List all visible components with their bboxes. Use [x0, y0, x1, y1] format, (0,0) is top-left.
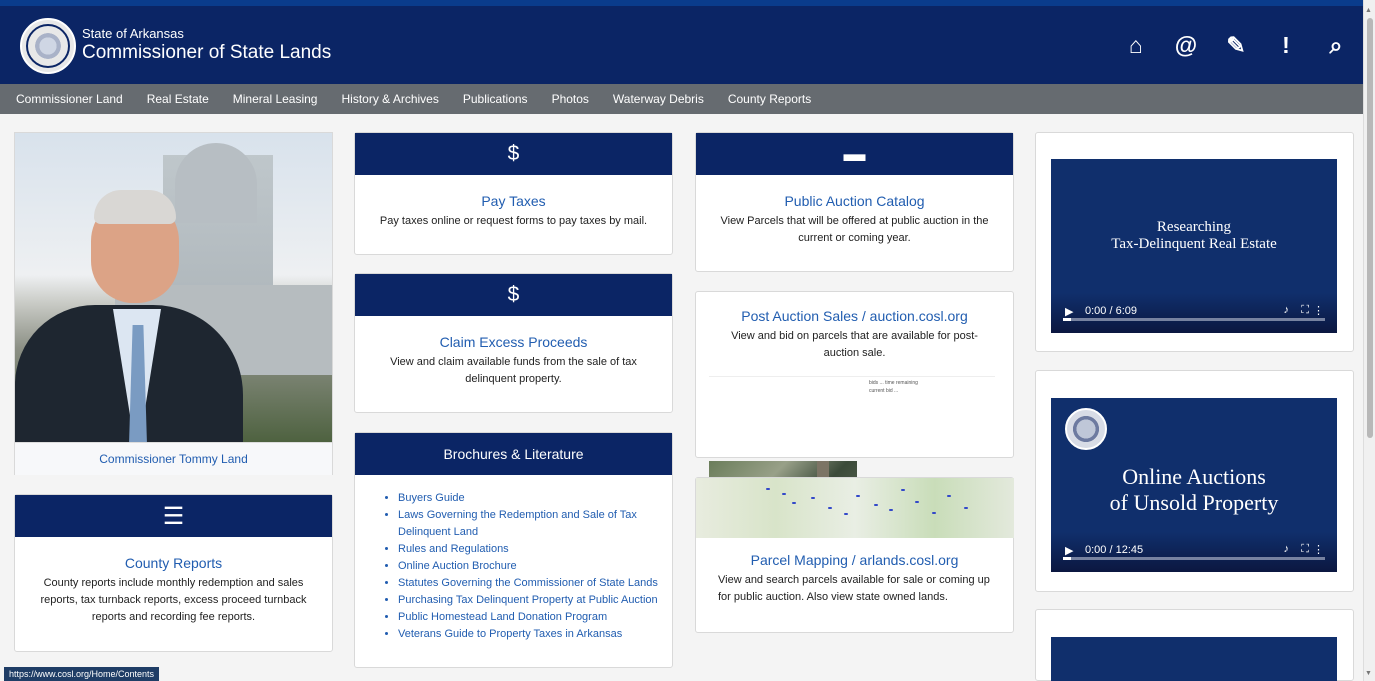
state-name: State of Arkansas [82, 26, 184, 41]
brochure-item[interactable]: Statutes Governing the Commissioner of S… [398, 575, 658, 592]
nav-commissioner-land[interactable]: Commissioner Land [16, 92, 123, 106]
post-auction-card[interactable]: Post Auction Sales / auction.cosl.org Vi… [695, 291, 1014, 531]
status-url-tooltip: https://www.cosl.org/Home/Contents [4, 667, 160, 681]
county-reports-description: County reports include monthly redemptio… [40, 577, 307, 623]
site-header: State of Arkansas Commissioner of State … [0, 0, 1363, 84]
post-auction-description: View and bid on parcels that are availab… [731, 330, 978, 359]
auction-catalog-band: ▬ [696, 133, 1013, 175]
claim-excess-description: View and claim available funds from the … [390, 356, 637, 385]
video-title-line1: Online Auctions [1122, 464, 1266, 489]
video-online-auctions[interactable]: Online Auctions of Unsold Property ▶ 0:0… [1051, 398, 1337, 572]
sign-icon: ▬ [843, 141, 866, 166]
arkansas-seal-logo[interactable] [20, 18, 76, 74]
nav-photos[interactable]: Photos [552, 92, 589, 106]
brochure-item[interactable]: Buyers Guide [398, 490, 658, 507]
seal-icon [1065, 408, 1107, 450]
alert-icon[interactable]: ! [1271, 30, 1301, 60]
video-title-line2: Tax-Delinquent Real Estate [1111, 236, 1277, 252]
brochures-title: Brochures & Literature [443, 446, 584, 462]
brochure-item[interactable]: Rules and Regulations [398, 541, 658, 558]
hand-money-icon: $ [507, 283, 520, 306]
auction-catalog-description: View Parcels that will be offered at pub… [720, 215, 989, 244]
video-researching[interactable]: Researching Tax-Delinquent Real Estate ▶… [1051, 159, 1337, 333]
pay-taxes-title[interactable]: Pay Taxes [355, 193, 672, 209]
parcel-mapping-card[interactable]: Parcel Mapping / arlands.cosl.org View a… [695, 477, 1014, 633]
nav-publications[interactable]: Publications [463, 92, 528, 106]
video-controls: ▶ 0:00 / 12:45 ♪ ⛶ ⋮ [1051, 532, 1337, 572]
main-nav: Commissioner Land Real Estate Mineral Le… [0, 84, 1363, 114]
brochure-item[interactable]: Public Homestead Land Donation Program [398, 609, 658, 626]
play-icon[interactable]: ▶ [1065, 305, 1073, 318]
auction-catalog-card[interactable]: ▬ Public Auction Catalog View Parcels th… [695, 132, 1014, 272]
nav-history-archives[interactable]: History & Archives [341, 92, 438, 106]
parcel-mapping-description: View and search parcels available for sa… [718, 574, 990, 603]
more-options-icon[interactable]: ⋮ [1313, 304, 1324, 317]
auction-catalog-title[interactable]: Public Auction Catalog [696, 193, 1013, 209]
video-time: 0:00 / 6:09 [1085, 305, 1137, 317]
nav-mineral-leasing[interactable]: Mineral Leasing [233, 92, 318, 106]
parcel-map-image[interactable] [696, 478, 1014, 538]
commissioner-caption[interactable]: Commissioner Tommy Land [15, 442, 332, 475]
more-options-icon[interactable]: ⋮ [1313, 543, 1324, 556]
auction-preview-image[interactable]: bids ... time remaining current bid ... [709, 376, 995, 531]
fullscreen-icon[interactable]: ⛶ [1301, 543, 1309, 556]
pay-taxes-band: $ [355, 133, 672, 175]
brochure-item[interactable]: Veterans Guide to Property Taxes in Arka… [398, 626, 658, 643]
video-controls: ▶ 0:00 / 6:09 ♪ ⛶ ⋮ [1051, 293, 1337, 333]
email-icon[interactable]: @ [1171, 30, 1201, 60]
agency-title[interactable]: Commissioner of State Lands [82, 42, 331, 64]
brochures-list: Buyers Guide Laws Governing the Redempti… [386, 490, 658, 643]
fullscreen-icon[interactable]: ⛶ [1301, 304, 1309, 317]
county-reports-title[interactable]: County Reports [15, 555, 332, 571]
post-auction-title[interactable]: Post Auction Sales / auction.cosl.org [696, 308, 1013, 324]
header-icon-bar: ⌂ @ ✎ ! ⌕ [1121, 30, 1351, 60]
scroll-up-icon[interactable]: ▲ [1365, 7, 1372, 14]
home-icon[interactable]: ⌂ [1121, 30, 1151, 60]
commissioner-photo [15, 133, 332, 442]
nav-county-reports[interactable]: County Reports [728, 92, 811, 106]
volume-icon[interactable]: ♪ [1284, 543, 1290, 555]
scroll-thumb[interactable] [1367, 18, 1373, 438]
video-progress-bar[interactable] [1063, 318, 1325, 321]
pay-taxes-card[interactable]: $ Pay Taxes Pay taxes online or request … [354, 132, 673, 255]
brochure-item[interactable]: Laws Governing the Redemption and Sale o… [398, 507, 638, 541]
video-progress-bar[interactable] [1063, 557, 1325, 560]
county-reports-card[interactable]: ☰ County Reports County reports include … [14, 494, 333, 652]
search-icon[interactable]: ⌕ [1321, 30, 1351, 60]
video-time: 0:00 / 12:45 [1085, 544, 1144, 556]
nav-waterway-debris[interactable]: Waterway Debris [613, 92, 704, 106]
video-partial[interactable] [1051, 637, 1337, 681]
video-title-line1: Researching [1156, 219, 1232, 235]
claim-excess-band: $ [355, 274, 672, 316]
list-icon: ☰ [162, 502, 185, 530]
nav-real-estate[interactable]: Real Estate [147, 92, 209, 106]
play-icon[interactable]: ▶ [1065, 544, 1073, 557]
edit-icon[interactable]: ✎ [1221, 30, 1251, 60]
brochures-band: Brochures & Literature [355, 433, 672, 475]
claim-excess-title[interactable]: Claim Excess Proceeds [355, 334, 672, 350]
claim-excess-card[interactable]: $ Claim Excess Proceeds View and claim a… [354, 273, 673, 413]
parcel-mapping-title[interactable]: Parcel Mapping / arlands.cosl.org [696, 552, 1013, 568]
brochure-item[interactable]: Purchasing Tax Delinquent Property at Pu… [398, 592, 658, 609]
money-bag-icon: $ [507, 142, 520, 165]
volume-icon[interactable]: ♪ [1284, 304, 1290, 316]
pay-taxes-description: Pay taxes online or request forms to pay… [379, 215, 648, 227]
video-title-line2: of Unsold Property [1109, 490, 1279, 515]
vertical-scrollbar[interactable]: ▲ ▼ [1363, 0, 1375, 681]
commissioner-photo-card: Commissioner Tommy Land [14, 132, 333, 475]
scroll-down-icon[interactable]: ▼ [1365, 670, 1372, 677]
county-reports-band: ☰ [15, 495, 332, 537]
brochure-item[interactable]: Online Auction Brochure [398, 558, 658, 575]
